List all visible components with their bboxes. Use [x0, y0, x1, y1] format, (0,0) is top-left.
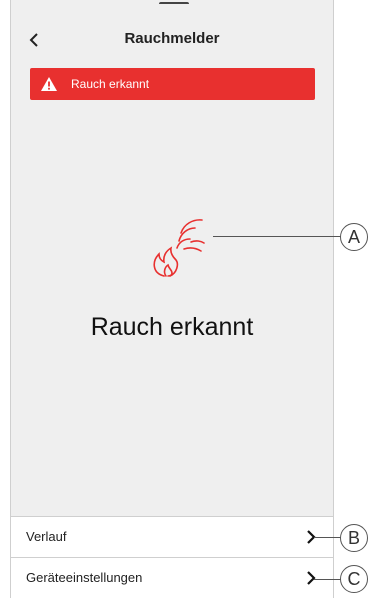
alert-banner: Rauch erkannt [30, 68, 315, 100]
callout-a: A [340, 223, 368, 251]
page-title: Rauchmelder [124, 30, 220, 47]
warning-icon [40, 76, 58, 92]
chevron-right-icon [305, 570, 317, 586]
callout-b-line [314, 537, 341, 538]
callout-c: C [340, 565, 368, 593]
device-settings-row[interactable]: Geräteeinstellungen [11, 557, 333, 598]
status-text: Rauch erkannt [90, 313, 254, 341]
history-label: Verlauf [26, 529, 67, 544]
status-bar-notch [159, 2, 189, 8]
header: Rauchmelder [11, 22, 333, 58]
callout-a-line [213, 236, 341, 237]
phone-screen: Rauchmelder Rauch erkannt Rauch erkannt … [10, 0, 334, 598]
device-settings-label: Geräteeinstellungen [26, 570, 143, 585]
alert-text: Rauch erkannt [71, 77, 150, 91]
callout-c-line [314, 579, 341, 580]
history-row[interactable]: Verlauf [11, 516, 333, 557]
callout-b: B [340, 524, 368, 552]
smoke-fire-icon [146, 218, 206, 280]
